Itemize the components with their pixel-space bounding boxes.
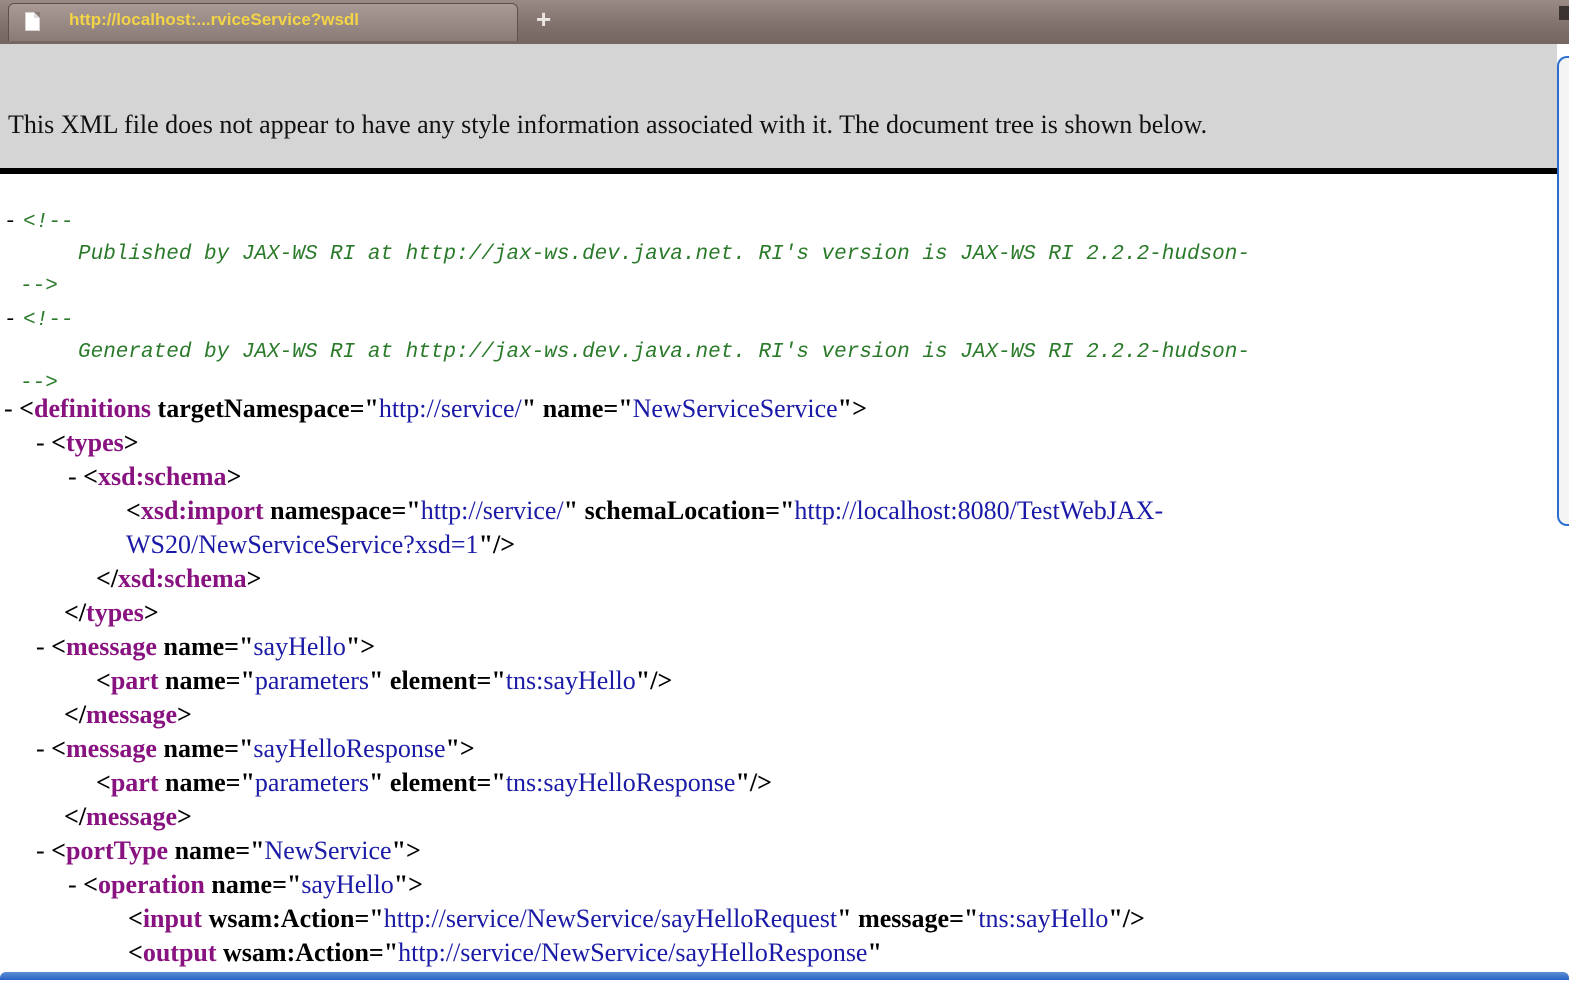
attribute-value: WS20/NewServiceService?xsd=1 bbox=[126, 530, 479, 559]
collapse-toggle[interactable]: - bbox=[36, 836, 45, 865]
element-name: xsd:schema bbox=[118, 564, 247, 593]
tree-line: <part name="parameters" element="tns:say… bbox=[96, 666, 673, 695]
attribute-value: http://service/NewService/sayHelloRespon… bbox=[398, 938, 868, 967]
browser-tab[interactable]: http://localhost:...rviceService?wsdl bbox=[8, 3, 518, 41]
comment-open: <!-- bbox=[23, 309, 74, 332]
element-name: message bbox=[66, 632, 157, 661]
attribute-value: tns:sayHelloResponse bbox=[505, 768, 736, 797]
attribute-name: element bbox=[389, 666, 477, 695]
tab-title: http://localhost:...rviceService?wsdl bbox=[69, 10, 360, 29]
tree-line: - <types> bbox=[36, 428, 139, 457]
attribute-name: name bbox=[542, 394, 604, 423]
tree-line: - <definitions targetNamespace="http://s… bbox=[4, 394, 867, 423]
collapse-toggle[interactable]: - bbox=[4, 394, 13, 423]
attribute-value: parameters bbox=[254, 666, 369, 695]
attribute-value: parameters bbox=[254, 768, 369, 797]
element-name: message bbox=[66, 734, 157, 763]
xml-info-banner: This XML file does not appear to have an… bbox=[0, 44, 1557, 168]
tree-line: <input wsam:Action="http://service/NewSe… bbox=[128, 904, 1145, 933]
comment-text: Published by JAX-WS RI at http://jax-ws.… bbox=[78, 243, 1250, 266]
collapse-toggle[interactable]: - bbox=[4, 211, 17, 234]
tree-line: - <xsd:schema> bbox=[68, 462, 242, 491]
tab-bar: http://localhost:...rviceService?wsdl + bbox=[0, 0, 1569, 44]
banner-divider bbox=[0, 168, 1557, 174]
attribute-value: sayHello bbox=[253, 632, 346, 661]
element-name: portType bbox=[66, 836, 169, 865]
tree-line: --> bbox=[20, 268, 58, 298]
attribute-value: http://service/ bbox=[420, 496, 564, 525]
attribute-value: http://service/ bbox=[378, 394, 522, 423]
collapse-toggle[interactable]: - bbox=[36, 632, 45, 661]
tree-line: Generated by JAX-WS RI at http://jax-ws.… bbox=[78, 334, 1250, 364]
collapse-toggle[interactable]: - bbox=[68, 870, 77, 899]
attribute-value: http://localhost:8080/TestWebJAX- bbox=[794, 496, 1164, 525]
attribute-value: tns:sayHello bbox=[505, 666, 636, 695]
collapse-toggle[interactable]: - bbox=[36, 734, 45, 763]
tree-line: - <portType name="NewService"> bbox=[36, 836, 421, 865]
attribute-value: NewService bbox=[264, 836, 392, 865]
attribute-name: wsam:Action bbox=[223, 938, 369, 967]
comment-close: --> bbox=[20, 372, 58, 395]
bottom-bar bbox=[0, 972, 1569, 980]
tree-line: </types> bbox=[64, 598, 159, 627]
attribute-name: name bbox=[165, 768, 226, 797]
tree-line: - <message name="sayHello"> bbox=[36, 632, 376, 661]
xml-document-tree: - <!-- Published by JAX-WS RI at http://… bbox=[0, 182, 1569, 982]
attribute-name: name bbox=[174, 836, 236, 865]
attribute-name: name bbox=[163, 632, 225, 661]
tree-line: </xsd:schema> bbox=[96, 564, 262, 593]
attribute-name: name bbox=[163, 734, 225, 763]
element-name: output bbox=[142, 938, 217, 967]
tree-line: Published by JAX-WS RI at http://jax-ws.… bbox=[78, 236, 1250, 266]
tree-line: --> bbox=[20, 365, 58, 395]
collapse-toggle[interactable]: - bbox=[68, 462, 77, 491]
element-name: types bbox=[86, 598, 144, 627]
element-name: input bbox=[142, 904, 203, 933]
element-name: xsd:import bbox=[140, 496, 264, 525]
tree-line: <xsd:import namespace="http://service/" … bbox=[126, 496, 1164, 525]
element-name: message bbox=[86, 802, 178, 831]
collapse-toggle[interactable]: - bbox=[36, 428, 45, 457]
attribute-name: wsam:Action bbox=[208, 904, 355, 933]
tree-line: - <!-- bbox=[4, 302, 74, 332]
attribute-value: sayHelloResponse bbox=[253, 734, 446, 763]
tree-line: - <!-- bbox=[4, 204, 74, 234]
comment-close: --> bbox=[20, 275, 58, 298]
attribute-name: targetNamespace bbox=[157, 394, 350, 423]
tree-line: - <operation name="sayHello"> bbox=[68, 870, 423, 899]
tree-line: <output wsam:Action="http://service/NewS… bbox=[128, 938, 882, 967]
attribute-name: name bbox=[211, 870, 273, 899]
attribute-name: namespace bbox=[270, 496, 392, 525]
comment-open: <!-- bbox=[23, 211, 74, 234]
attribute-name: element bbox=[389, 768, 477, 797]
element-name: part bbox=[110, 666, 159, 695]
element-name: types bbox=[66, 428, 124, 457]
attribute-value: NewServiceService bbox=[632, 394, 838, 423]
collapse-toggle[interactable]: - bbox=[4, 309, 17, 332]
tree-line: </message> bbox=[64, 700, 192, 729]
tree-line: WS20/NewServiceService?xsd=1"/> bbox=[126, 530, 516, 559]
element-name: definitions bbox=[34, 394, 152, 423]
tab-list-icon[interactable] bbox=[1559, 6, 1569, 20]
attribute-name: message bbox=[858, 904, 950, 933]
info-message: This XML file does not appear to have an… bbox=[8, 110, 1208, 139]
element-name: xsd:schema bbox=[98, 462, 227, 491]
attribute-name: name bbox=[165, 666, 226, 695]
attribute-value: http://service/NewService/sayHelloReques… bbox=[383, 904, 838, 933]
element-name: operation bbox=[98, 870, 205, 899]
tree-line: </message> bbox=[64, 802, 192, 831]
tree-line: - <message name="sayHelloResponse"> bbox=[36, 734, 475, 763]
comment-text: Generated by JAX-WS RI at http://jax-ws.… bbox=[78, 341, 1250, 364]
attribute-value: sayHello bbox=[301, 870, 394, 899]
attribute-value: tns:sayHello bbox=[978, 904, 1109, 933]
element-name: message bbox=[86, 700, 178, 729]
attribute-name: schemaLocation bbox=[584, 496, 766, 525]
tree-line: <part name="parameters" element="tns:say… bbox=[96, 768, 772, 797]
page-icon bbox=[25, 12, 40, 31]
new-tab-button[interactable]: + bbox=[536, 4, 551, 35]
element-name: part bbox=[110, 768, 159, 797]
